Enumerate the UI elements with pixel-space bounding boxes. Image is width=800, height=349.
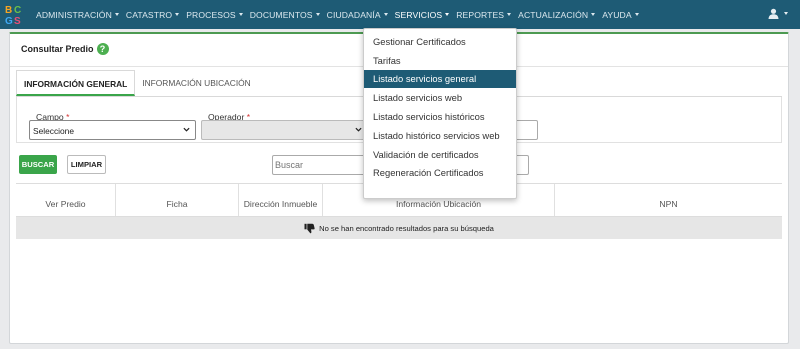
column-header-ficha[interactable]: Ficha: [116, 184, 239, 216]
caret-down-icon: [315, 13, 320, 16]
logo-letter-g: G: [5, 16, 13, 26]
caret-down-icon: [507, 13, 512, 16]
buscar-button[interactable]: BUSCAR: [19, 155, 57, 174]
caret-down-icon: [114, 13, 119, 16]
page-title: Consultar Predio: [21, 44, 94, 54]
campo-selected-value: Seleccione: [33, 126, 74, 136]
tab-bar: INFORMACIÓN GENERAL INFORMACIÓN UBICACIÓ…: [16, 70, 258, 96]
empty-message: No se han encontrado resultados para su …: [319, 223, 494, 233]
menu-label: PROCESOS: [186, 9, 236, 20]
menu-item-validacion-de-certificados[interactable]: Validación de certificados: [364, 145, 516, 164]
menu-label: REPORTES: [456, 9, 505, 20]
column-header-npn[interactable]: NPN: [555, 184, 782, 216]
caret-down-icon: [634, 13, 639, 16]
menu-label: CATASTRO: [125, 9, 173, 20]
logo-letter-s: S: [14, 16, 21, 26]
menu-ayuda[interactable]: AYUDA: [602, 9, 639, 20]
menu-reportes[interactable]: REPORTES: [456, 9, 512, 20]
menu-item-regeneracion-certificados[interactable]: Regeneración Certificados: [364, 164, 516, 183]
caret-down-icon: [445, 13, 450, 16]
tab-informacion-general[interactable]: INFORMACIÓN GENERAL: [16, 70, 136, 96]
tab-informacion-ubicacion[interactable]: INFORMACIÓN UBICACIÓN: [135, 70, 257, 96]
menu-label: CIUDADANÍA: [326, 9, 381, 20]
help-icon[interactable]: ?: [96, 43, 109, 55]
user-icon: [768, 8, 779, 19]
menu-administracion[interactable]: ADMINISTRACIÓN: [36, 10, 119, 20]
menu-documentos[interactable]: DOCUMENTOS: [250, 10, 320, 20]
caret-down-icon: [591, 13, 596, 16]
menu-item-listado-servicios-general[interactable]: Listado servicios general: [364, 69, 516, 89]
caret-down-icon: [383, 13, 388, 16]
caret-down-icon: [238, 13, 243, 16]
thumbs-down-icon: [304, 223, 315, 233]
servicios-dropdown-menu: Gestionar Certificados Tarifas Listado s…: [363, 28, 517, 199]
user-menu[interactable]: [768, 8, 788, 19]
menu-item-listado-historico-servicios-web[interactable]: Listado histórico servicios web: [364, 126, 516, 145]
menu-item-gestionar-certificados[interactable]: Gestionar Certificados: [364, 32, 516, 51]
menu-label: SERVICIOS: [394, 9, 443, 20]
caret-down-icon: [175, 13, 180, 16]
menu-label: ADMINISTRACIÓN: [36, 9, 112, 20]
empty-results-row: No se han encontrado resultados para su …: [16, 217, 782, 239]
menu-label: DOCUMENTOS: [249, 9, 313, 20]
top-navbar: B C G S ADMINISTRACIÓN CATASTRO PROCESOS…: [0, 0, 800, 29]
menu-label: ACTUALIZACIÓN: [518, 9, 589, 20]
menu-catastro[interactable]: CATASTRO: [125, 9, 180, 20]
column-header-direccion-inmueble[interactable]: Dirección Inmueble: [239, 184, 323, 216]
limpiar-button[interactable]: LIMPIAR: [67, 155, 106, 174]
menu-servicios[interactable]: SERVICIOS: [395, 10, 450, 20]
chevron-down-icon: [183, 127, 190, 132]
main-menu: ADMINISTRACIÓN CATASTRO PROCESOS DOCUMEN…: [36, 0, 646, 29]
campo-select[interactable]: Seleccione: [29, 120, 196, 140]
app-logo[interactable]: B C G S: [4, 3, 24, 26]
menu-item-listado-servicios-historicos[interactable]: Listado servicios históricos: [364, 107, 516, 126]
menu-item-listado-servicios-web[interactable]: Listado servicios web: [364, 88, 516, 107]
caret-down-icon: [784, 12, 788, 15]
chevron-down-icon: [355, 127, 362, 132]
menu-actualizacion[interactable]: ACTUALIZACIÓN: [518, 9, 596, 20]
operador-select[interactable]: [201, 120, 368, 140]
logo-letter-b: B: [5, 5, 12, 16]
menu-procesos[interactable]: PROCESOS: [186, 10, 243, 20]
menu-item-tarifas[interactable]: Tarifas: [364, 51, 516, 70]
menu-label: AYUDA: [602, 9, 632, 20]
panel-header: Consultar Predio ?: [21, 43, 109, 55]
menu-ciudadania[interactable]: CIUDADANÍA: [327, 10, 388, 20]
logo-letter-c: C: [14, 5, 21, 16]
column-header-ver-predio[interactable]: Ver Predio: [16, 184, 116, 216]
